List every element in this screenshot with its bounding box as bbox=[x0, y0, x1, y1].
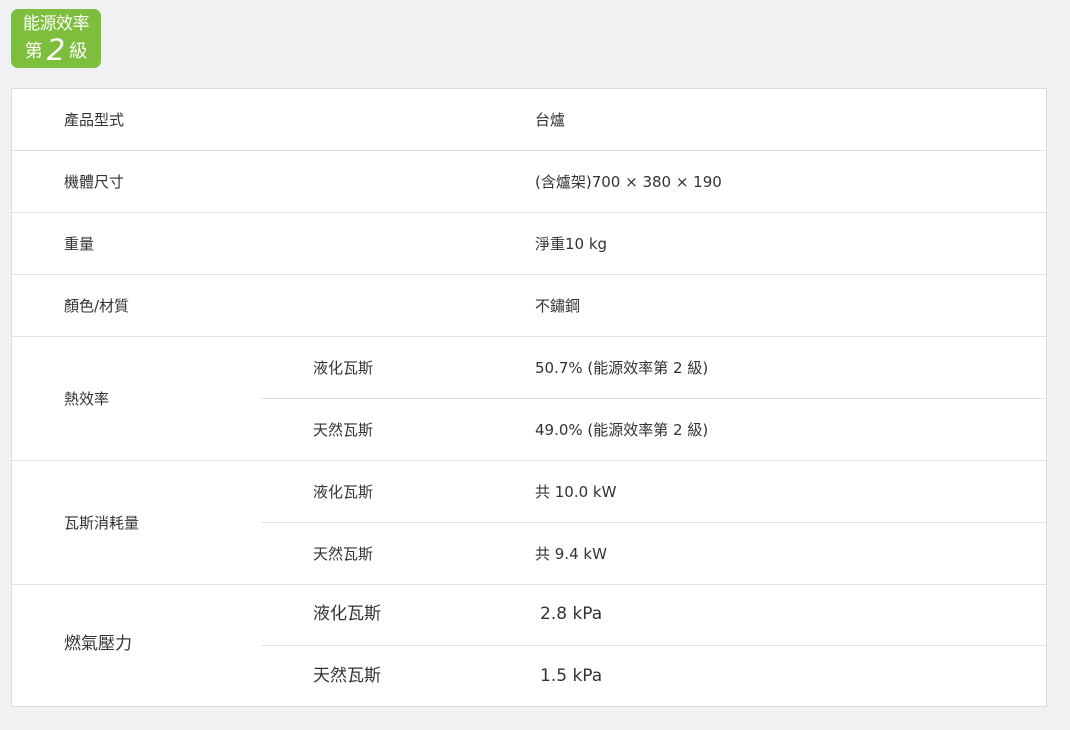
dimensions-value: (含爐架)700 × 380 × 190 bbox=[535, 173, 722, 191]
row-divider bbox=[12, 584, 1046, 585]
badge-grade-number: 2 bbox=[46, 33, 66, 67]
subrow-divider bbox=[261, 645, 1046, 646]
weight-label: 重量 bbox=[64, 235, 95, 253]
row-divider bbox=[12, 274, 1046, 275]
subrow-divider bbox=[261, 522, 1046, 523]
gas-pressure-ng-label: 天然瓦斯 bbox=[313, 666, 381, 686]
badge-grade: 第2級 bbox=[11, 35, 101, 67]
badge-title: 能源效率 bbox=[23, 14, 90, 34]
weight-value: 淨重10 kg bbox=[535, 235, 608, 253]
thermal-efficiency-label: 熱效率 bbox=[64, 390, 110, 408]
gas-pressure-ng-value: 1.5 kPa bbox=[540, 666, 603, 686]
model-type-value: 台爐 bbox=[535, 111, 566, 129]
row-divider bbox=[12, 212, 1046, 213]
gas-consumption-ng-label: 天然瓦斯 bbox=[313, 545, 374, 563]
row-divider bbox=[12, 336, 1046, 337]
row-divider bbox=[12, 150, 1046, 151]
thermal-efficiency-lpg-label: 液化瓦斯 bbox=[313, 359, 374, 377]
gas-pressure-lpg-value: 2.8 kPa bbox=[540, 604, 603, 624]
spec-table: 產品型式 台爐 機體尺寸 (含爐架)700 × 380 × 190 重量 淨重1… bbox=[11, 88, 1047, 707]
thermal-efficiency-ng-label: 天然瓦斯 bbox=[313, 421, 374, 439]
dimensions-label: 機體尺寸 bbox=[64, 173, 125, 191]
gas-consumption-ng-value: 共 9.4 kW bbox=[535, 545, 607, 563]
badge-grade-prefix: 第 bbox=[24, 41, 43, 62]
gas-pressure-lpg-label: 液化瓦斯 bbox=[313, 604, 381, 624]
row-divider bbox=[12, 460, 1046, 461]
color-material-value: 不鏽鋼 bbox=[535, 297, 581, 315]
energy-efficiency-badge: 能源效率 第2級 bbox=[11, 9, 101, 68]
thermal-efficiency-lpg-value: 50.7% (能源效率第 2 級) bbox=[535, 359, 709, 377]
thermal-efficiency-ng-value: 49.0% (能源效率第 2 級) bbox=[535, 421, 709, 439]
gas-consumption-label: 瓦斯消耗量 bbox=[64, 514, 140, 532]
model-type-label: 產品型式 bbox=[64, 111, 125, 129]
gas-pressure-label: 燃氣壓力 bbox=[64, 634, 132, 654]
badge-grade-suffix: 級 bbox=[69, 41, 88, 62]
color-material-label: 顏色/材質 bbox=[64, 297, 130, 315]
subrow-divider bbox=[261, 398, 1046, 399]
gas-consumption-lpg-label: 液化瓦斯 bbox=[313, 483, 374, 501]
gas-consumption-lpg-value: 共 10.0 kW bbox=[535, 483, 617, 501]
